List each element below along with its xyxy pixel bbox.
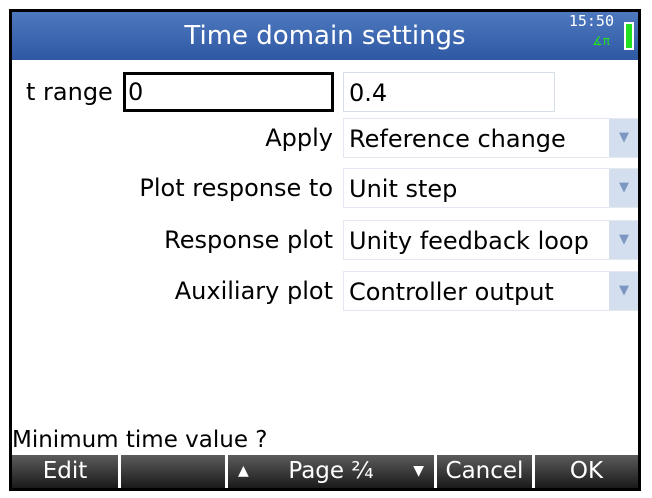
auxiliary-plot-label: Auxiliary plot — [174, 277, 333, 305]
auxiliary-plot-value: Controller output — [349, 278, 554, 306]
dropdown-arrow-icon[interactable]: ▼ — [609, 272, 638, 310]
response-plot-label: Response plot — [164, 226, 333, 254]
cancel-softkey[interactable]: Cancel — [437, 455, 535, 488]
plot-response-to-value: Unit step — [349, 175, 458, 203]
page-down-icon: ▼ — [413, 463, 424, 479]
t-range-label: t range — [26, 78, 113, 106]
edit-softkey[interactable]: Edit — [12, 455, 121, 488]
apply-dropdown[interactable]: Reference change ▼ — [343, 118, 638, 158]
page-title: Time domain settings — [184, 21, 466, 51]
page-indicator: Page ²⁄₄ — [288, 458, 374, 484]
dropdown-arrow-icon[interactable]: ▼ — [609, 169, 638, 207]
battery-icon — [624, 22, 634, 50]
t-range-max-input[interactable]: 0.4 — [343, 72, 555, 112]
title-bar: Time domain settings 15:50 ∡π — [12, 12, 638, 60]
response-plot-dropdown[interactable]: Unity feedback loop ▼ — [343, 220, 638, 260]
page-softkey[interactable]: ▲ Page ²⁄₄ ▼ — [228, 455, 437, 488]
app-window: Time domain settings 15:50 ∡π t range 0 … — [9, 9, 641, 491]
clock: 15:50 — [568, 12, 614, 30]
ok-softkey[interactable]: OK — [535, 455, 638, 488]
auxiliary-plot-dropdown[interactable]: Controller output ▼ — [343, 271, 638, 311]
page-up-icon: ▲ — [238, 463, 249, 479]
dropdown-arrow-icon[interactable]: ▼ — [609, 221, 638, 259]
plot-response-to-label: Plot response to — [139, 174, 333, 202]
apply-value: Reference change — [349, 125, 566, 153]
help-text: Minimum time value ? — [12, 427, 268, 453]
apply-label: Apply — [265, 124, 333, 152]
angle-mode-indicator: ∡π — [592, 34, 610, 48]
blank-softkey[interactable] — [121, 455, 228, 488]
softkey-bar: Edit ▲ Page ²⁄₄ ▼ Cancel OK — [12, 455, 638, 488]
dropdown-arrow-icon[interactable]: ▼ — [609, 119, 638, 157]
response-plot-value: Unity feedback loop — [349, 227, 589, 255]
plot-response-to-dropdown[interactable]: Unit step ▼ — [343, 168, 638, 208]
t-range-min-input[interactable]: 0 — [123, 72, 334, 112]
